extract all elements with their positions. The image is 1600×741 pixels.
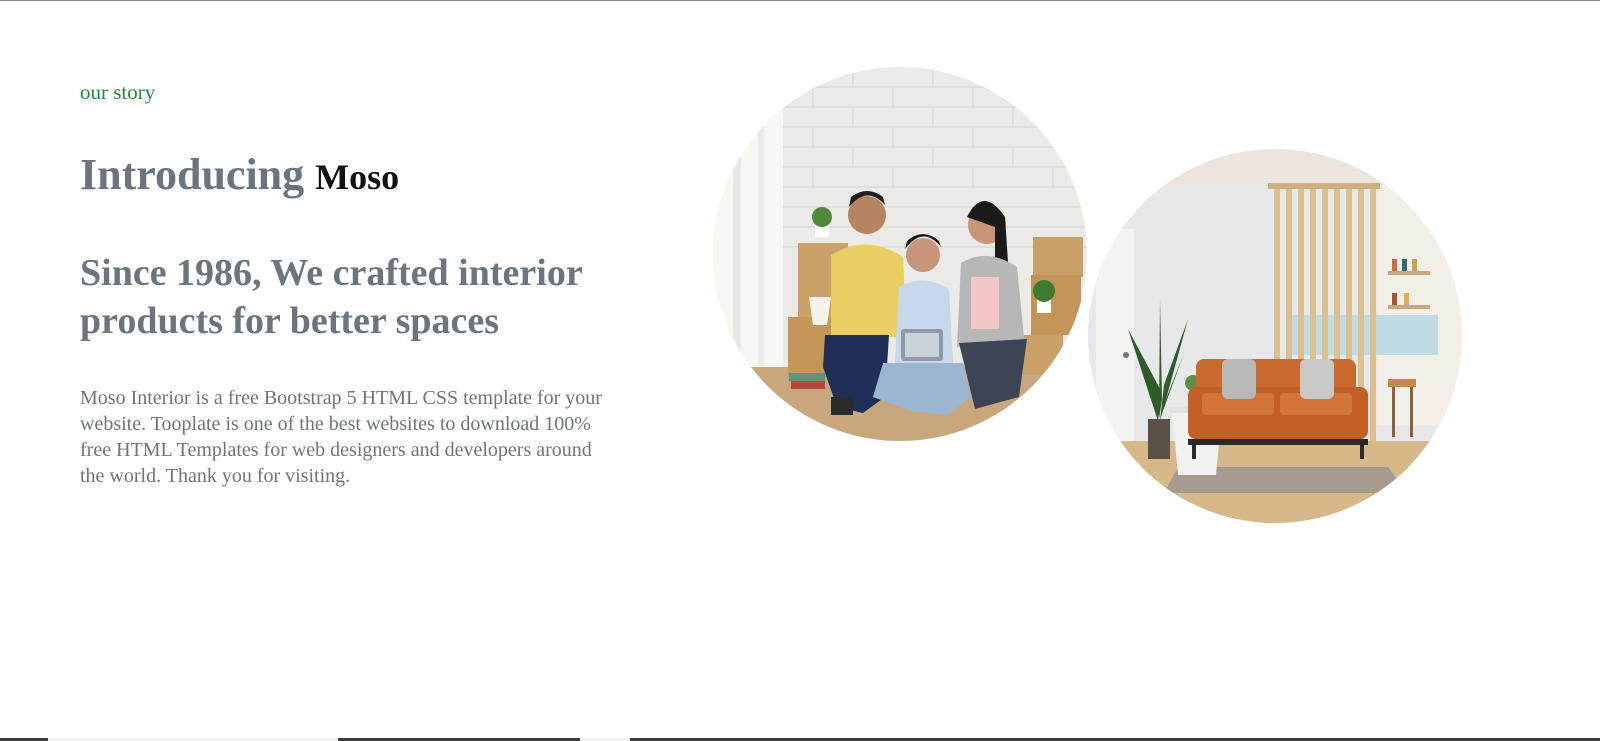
section-title: Introducing Moso (80, 150, 400, 199)
section-tagline: Since 1986, We crafted interior products… (80, 252, 582, 342)
title-prefix: Introducing (80, 150, 305, 199)
section-eyebrow: our story (80, 80, 156, 104)
family-photo (713, 67, 1087, 441)
section-description: Moso Interior is a free Bootstrap 5 HTML… (80, 387, 602, 487)
living-room-photo-illustration (1088, 149, 1462, 523)
family-photo-illustration (713, 67, 1087, 441)
living-room-photo (1088, 149, 1462, 523)
brand-name: Moso (315, 157, 400, 197)
